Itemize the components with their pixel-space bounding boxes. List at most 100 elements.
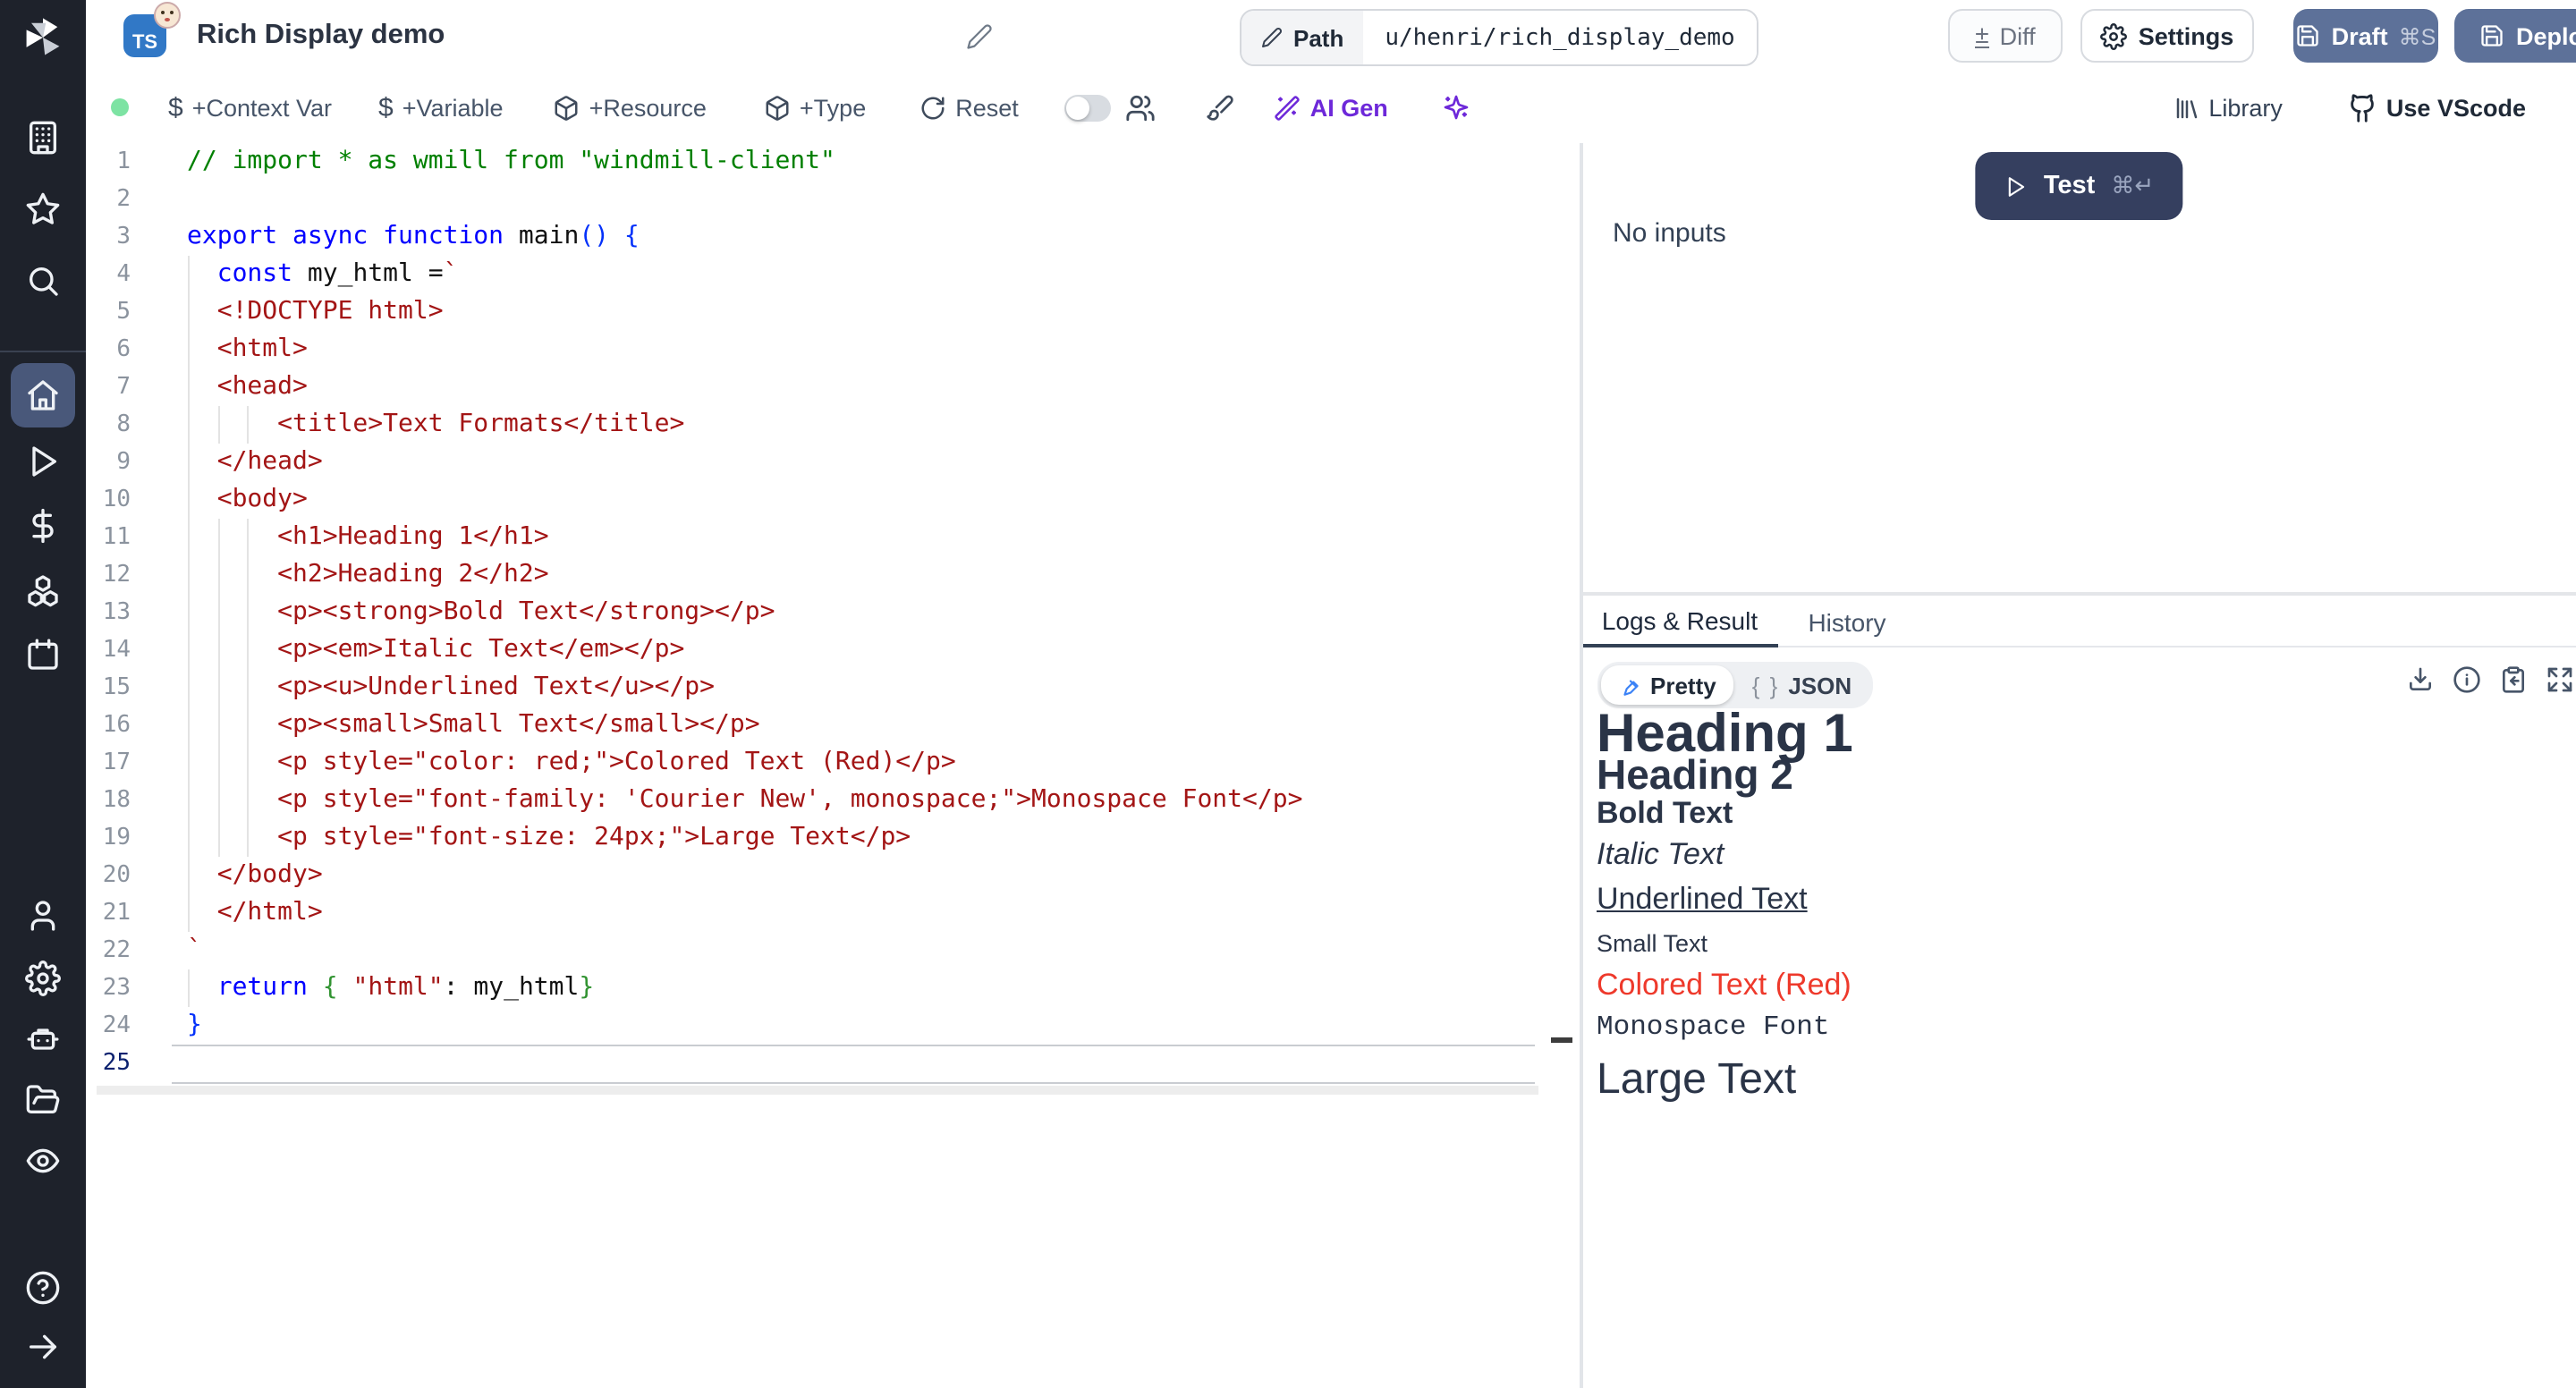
diff-icon: ± [1975, 23, 1988, 48]
expand-sidebar-arrow-icon[interactable] [25, 1329, 61, 1365]
code-line-9: 9 </head> [86, 444, 1581, 481]
code-editor[interactable]: 1// import * as wmill from "windmill-cli… [86, 143, 1581, 1388]
library-icon [2173, 94, 2199, 121]
workers-robot-icon[interactable] [25, 1021, 61, 1057]
edit-summary-pencil-icon[interactable] [966, 23, 993, 50]
code-line-4: 4 const my_html =` [86, 256, 1581, 293]
baby-face-icon [154, 2, 181, 29]
download-icon[interactable] [2405, 665, 2434, 694]
page-title: Rich Display demo [197, 0, 445, 72]
run-panel: Test ⌘↵ No inputs Logs & Result History … [1582, 143, 2576, 1388]
view-json-button[interactable]: { } JSON [1734, 665, 1869, 705]
sparkles-icon[interactable] [1442, 93, 1470, 122]
path-input[interactable]: u/henri/rich_display_demo [1363, 11, 1756, 64]
result-actions [2405, 665, 2573, 694]
line-number: 14 [86, 631, 131, 669]
line-number: 9 [86, 444, 131, 481]
view-pretty-label: Pretty [1650, 672, 1716, 698]
audit-eye-icon[interactable] [25, 1143, 61, 1179]
search-icon[interactable] [25, 263, 61, 299]
line-number: 12 [86, 556, 131, 594]
resources-boxes-icon[interactable] [25, 572, 61, 608]
add-resource-button[interactable]: +Resource [554, 94, 707, 121]
code-lines: 1// import * as wmill from "windmill-cli… [86, 143, 1581, 1082]
line-number: 5 [86, 293, 131, 331]
windmill-logo-icon[interactable] [20, 14, 66, 61]
add-variable-button[interactable]: $ +Variable [378, 92, 504, 123]
reset-button[interactable]: Reset [919, 94, 1019, 121]
variables-dollar-icon[interactable] [25, 508, 61, 544]
line-number: 17 [86, 744, 131, 782]
code-line-19: 19 <p style="font-size: 24px;">Large Tex… [86, 819, 1581, 857]
path-label: Path [1293, 24, 1343, 51]
sidebar-item-home[interactable] [11, 363, 75, 427]
use-vscode-label: Use VScode [2386, 94, 2526, 121]
line-number: 6 [86, 331, 131, 368]
line-number: 4 [86, 256, 131, 293]
add-type-button[interactable]: +Type [764, 94, 866, 121]
result-mono: Monospace Font [1597, 1011, 2563, 1045]
language-status-dot [111, 98, 129, 116]
draft-label: Draft [2332, 22, 2388, 49]
save-icon [2296, 23, 2321, 48]
add-context-var-label: +Context Var [192, 94, 332, 121]
settings-gear-icon[interactable] [25, 961, 61, 996]
workspace-building-icon[interactable] [25, 120, 61, 156]
path-field[interactable]: Path u/henri/rich_display_demo [1240, 9, 1758, 66]
line-number: 11 [86, 519, 131, 556]
pencil-icon [1261, 27, 1283, 48]
code-line-24: 24} [86, 1007, 1581, 1045]
package-icon [764, 94, 791, 121]
favorites-star-icon[interactable] [25, 191, 61, 227]
code-line-23: 23 return { "html": my_html} [86, 969, 1581, 1007]
expand-icon[interactable] [2545, 665, 2573, 694]
github-cat-icon [2347, 92, 2377, 123]
add-context-var-button[interactable]: $ +Context Var [168, 92, 332, 123]
path-label-section: Path [1241, 11, 1363, 64]
settings-button[interactable]: Settings [2080, 9, 2254, 63]
sidebar-divider [0, 351, 86, 352]
code-line-20: 20 </body> [86, 857, 1581, 894]
users-person-icon[interactable] [25, 898, 61, 934]
clipboard-copy-icon[interactable] [2498, 665, 2527, 694]
code-line-11: 11 <h1>Heading 1</h1> [86, 519, 1581, 556]
view-pretty-button[interactable]: Pretty [1600, 665, 1734, 705]
line-number: 8 [86, 406, 131, 444]
code-line-15: 15 <p><u>Underlined Text</u></p> [86, 669, 1581, 707]
add-variable-label: +Variable [402, 94, 504, 121]
save-icon [2480, 23, 2505, 48]
ai-gen-button[interactable]: AI Gen [1275, 94, 1388, 121]
deploy-button[interactable]: Deploy [2454, 9, 2576, 63]
multiplayer-toggle[interactable] [1065, 94, 1112, 121]
tab-history[interactable]: History [1777, 596, 1917, 647]
line-number: 20 [86, 857, 131, 894]
schedules-calendar-icon[interactable] [25, 637, 61, 673]
tab-logs-and-result[interactable]: Logs & Result [1582, 596, 1777, 647]
folders-icon[interactable] [25, 1082, 61, 1118]
view-json-label: JSON [1788, 672, 1852, 698]
test-button[interactable]: Test ⌘↵ [1976, 152, 2182, 220]
result-h2: Heading 2 [1597, 753, 2563, 798]
header-bar: TS Rich Display demo Path u/henri/rich_d… [86, 0, 2576, 73]
rotate-icon [919, 94, 946, 121]
runs-play-icon[interactable] [25, 444, 61, 479]
help-icon[interactable] [25, 1270, 61, 1306]
code-line-8: 8 <title>Text Formats</title> [86, 406, 1581, 444]
format-brush-icon[interactable] [1207, 93, 1235, 122]
cursor-overview-marker [1551, 1037, 1572, 1043]
code-line-14: 14 <p><em>Italic Text</em></p> [86, 631, 1581, 669]
sidebar [0, 0, 86, 1388]
draft-button[interactable]: Draft ⌘S [2293, 9, 2438, 63]
code-line-17: 17 <p style="color: red;">Colored Text (… [86, 744, 1581, 782]
line-number: 1 [86, 143, 131, 181]
diff-button[interactable]: ± Diff [1948, 9, 2063, 63]
dollar-icon: $ [378, 92, 394, 123]
use-vscode-button[interactable]: Use VScode [2347, 92, 2526, 123]
editor-toolbar: $ +Context Var $ +Variable +Resource +Ty… [86, 72, 2576, 145]
info-icon[interactable] [2452, 665, 2480, 694]
line-number: 19 [86, 819, 131, 857]
settings-label: Settings [2139, 22, 2234, 49]
home-icon [25, 377, 61, 413]
library-button[interactable]: Library [2173, 94, 2283, 121]
code-line-10: 10 <body> [86, 481, 1581, 519]
